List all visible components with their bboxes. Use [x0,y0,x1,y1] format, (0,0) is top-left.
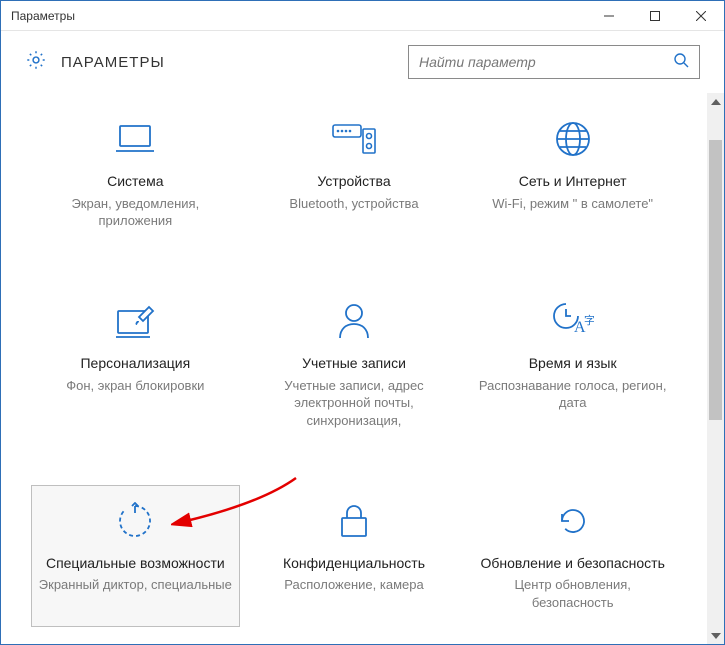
tile-title: Сеть и Интернет [519,172,627,191]
header: ПАРАМЕТРЫ [1,31,724,93]
gear-icon [25,49,47,76]
settings-window: Параметры ПАРАМЕТРЫ [0,0,725,645]
search-icon [673,52,689,73]
search-input[interactable] [419,54,673,70]
time-language-icon: A 字 [552,296,594,346]
devices-icon [331,114,377,164]
scroll-up-button[interactable] [707,93,724,110]
tile-subtitle: Центр обновления, безопасность [475,576,670,611]
ease-of-access-icon [116,496,154,546]
tile-title: Обновление и безопасность [480,554,664,573]
scroll-thumb[interactable] [709,140,722,420]
tile-subtitle: Распознавание голоса, регион, дата [475,377,670,412]
tile-title: Специальные возможности [46,554,225,573]
tile-title: Учетные записи [302,354,406,373]
tile-personalization[interactable]: Персонализация Фон, экран блокировки [31,285,240,445]
scroll-track[interactable] [707,110,724,627]
laptop-icon [114,114,156,164]
maximize-button[interactable] [632,1,678,30]
tile-title: Устройства [317,172,390,191]
window-title: Параметры [1,9,586,23]
tile-ease-of-access[interactable]: Специальные возможности Экранный диктор,… [31,485,240,627]
tile-title: Система [107,172,163,191]
page-title: ПАРАМЕТРЫ [61,54,165,71]
tile-title: Конфиденциальность [283,554,425,573]
update-icon [554,496,592,546]
window-controls [586,1,724,30]
scrollbar[interactable] [707,93,724,644]
tile-devices[interactable]: Устройства Bluetooth, устройства [250,103,459,245]
tile-title: Время и язык [529,354,617,373]
globe-icon [554,114,592,164]
tile-accounts[interactable]: Учетные записи Учетные записи, адрес эле… [250,285,459,445]
tile-subtitle: Экранный диктор, специальные [39,576,232,594]
lock-icon [338,496,370,546]
svg-text:字: 字 [584,313,594,327]
tile-subtitle: Bluetooth, устройства [289,195,418,213]
tile-subtitle: Расположение, камера [284,576,423,594]
tile-subtitle: Экран, уведомления, приложения [38,195,233,230]
titlebar: Параметры [1,1,724,31]
tile-system[interactable]: Система Экран, уведомления, приложения [31,103,240,245]
tile-update-security[interactable]: Обновление и безопасность Центр обновлен… [468,485,677,627]
tile-title: Персонализация [80,354,190,373]
scroll-down-button[interactable] [707,627,724,644]
search-box[interactable] [408,45,700,79]
tile-subtitle: Фон, экран блокировки [66,377,204,395]
tile-privacy[interactable]: Конфиденциальность Расположение, камера [250,485,459,627]
tile-network[interactable]: Сеть и Интернет Wi-Fi, режим " в самолет… [468,103,677,245]
tile-subtitle: Wi-Fi, режим " в самолете" [492,195,653,213]
personalization-icon [114,296,156,346]
tile-time-language[interactable]: A 字 Время и язык Распознавание голоса, р… [468,285,677,445]
person-icon [336,296,372,346]
tile-subtitle: Учетные записи, адрес электронной почты,… [257,377,452,430]
content-area: Система Экран, уведомления, приложения У… [1,93,707,644]
close-button[interactable] [678,1,724,30]
minimize-button[interactable] [586,1,632,30]
